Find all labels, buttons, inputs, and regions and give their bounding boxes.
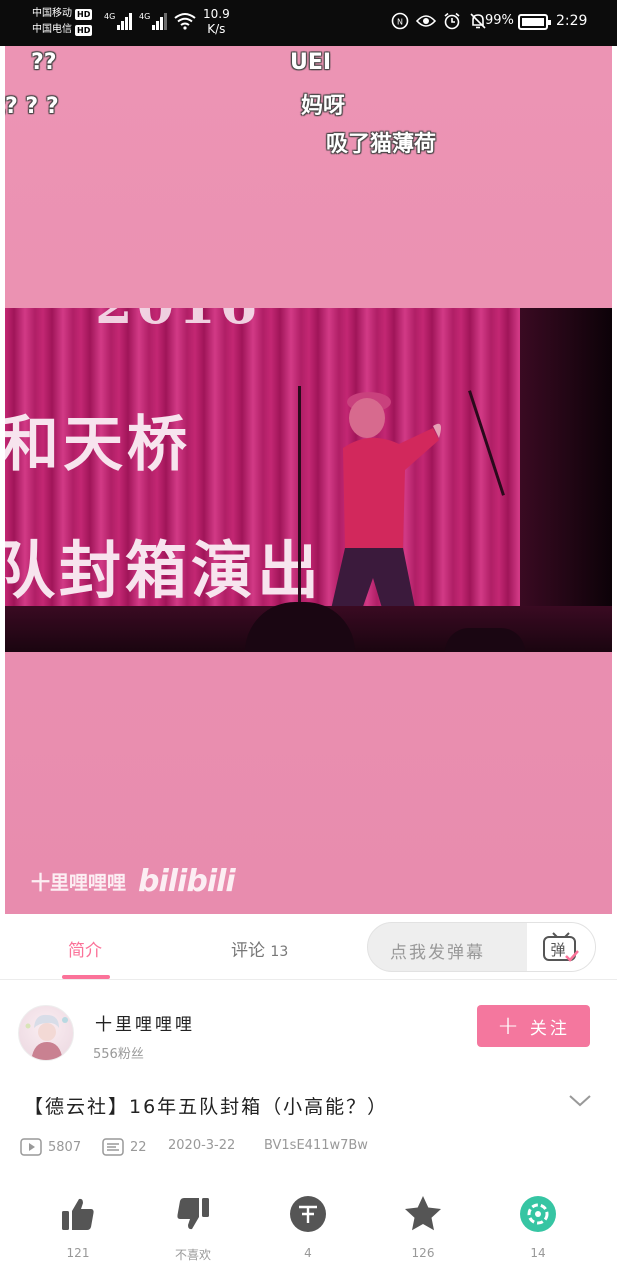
stage-banner-text: 2016 bbox=[95, 308, 261, 336]
favorite-button[interactable]: 126 bbox=[383, 1192, 463, 1260]
dislike-label: 不喜欢 bbox=[174, 1248, 211, 1262]
alarm-icon bbox=[442, 11, 462, 31]
danmaku-comment: UEI bbox=[290, 50, 332, 75]
mic-stand bbox=[298, 386, 301, 610]
carrier-2: 中国电信 bbox=[32, 24, 72, 35]
publish-date: 2020-3-22 bbox=[168, 1138, 236, 1153]
like-button[interactable]: 121 bbox=[38, 1192, 118, 1260]
stage-banner-text: 队封箱演出 bbox=[5, 534, 324, 607]
video-player[interactable]: 2016 和天桥 队封箱演出 ?? UEI 哦? ? ? 妈呀 吸了猫薄荷 十里… bbox=[5, 46, 612, 914]
bilibili-logo: bilibili bbox=[138, 864, 236, 899]
like-count: 121 bbox=[66, 1246, 90, 1260]
signal-icon: 4G bbox=[104, 12, 133, 30]
hd-badge: HD bbox=[75, 8, 93, 20]
nfc-icon: N bbox=[390, 11, 410, 31]
video-watermark: 十里哩哩哩 bilibili bbox=[31, 864, 236, 899]
danmaku-comment: 吸了猫薄荷 bbox=[326, 132, 437, 157]
bvid: BV1sE411w7Bw bbox=[264, 1138, 368, 1153]
clock: 2:29 bbox=[556, 13, 588, 29]
tab-intro[interactable]: 简介 bbox=[68, 936, 102, 961]
danmaku-tv-icon: 弹 bbox=[543, 932, 579, 962]
plus-icon: + bbox=[497, 1011, 522, 1041]
video-frame: 2016 和天桥 队封箱演出 bbox=[5, 308, 612, 652]
danmaku-input[interactable]: 点我发弹幕 弹 bbox=[367, 922, 596, 972]
thumbs-down-icon bbox=[177, 1198, 209, 1230]
danmaku-comment: ?? bbox=[31, 50, 57, 75]
danmaku-input-placeholder: 点我发弹幕 bbox=[390, 943, 485, 963]
thumbs-up-icon bbox=[62, 1198, 94, 1230]
hd-badge: HD bbox=[75, 24, 93, 36]
danmaku-count-value: 22 bbox=[130, 1139, 147, 1155]
carrier-1: 中国移动 bbox=[32, 8, 72, 19]
stage-shadow bbox=[520, 308, 612, 652]
video-title: 【德云社】16年五队封箱（小高能？） bbox=[24, 1096, 389, 1118]
battery-icon bbox=[518, 14, 551, 30]
battery-percent: 99% bbox=[485, 13, 514, 28]
play-count-icon bbox=[20, 1138, 42, 1156]
tab-comments[interactable]: 评论 13 bbox=[231, 936, 288, 961]
wifi-icon bbox=[174, 13, 196, 30]
chevron-down-icon[interactable] bbox=[568, 1094, 592, 1108]
uploader-avatar[interactable] bbox=[18, 1005, 74, 1061]
tab-comments-label: 评论 bbox=[231, 941, 265, 961]
view-count-value: 5807 bbox=[48, 1139, 82, 1155]
svg-text:弹: 弹 bbox=[550, 941, 565, 959]
share-count: 14 bbox=[530, 1246, 546, 1260]
coin-count: 4 bbox=[304, 1246, 312, 1260]
avatar-image bbox=[25, 1014, 68, 1060]
uploader-name[interactable]: 十里哩哩哩 bbox=[95, 1010, 195, 1035]
dislike-button[interactable]: 不喜欢 bbox=[153, 1192, 233, 1263]
danmaku-toggle-button[interactable]: 弹 bbox=[527, 923, 595, 971]
coin-button[interactable]: 4 bbox=[268, 1192, 348, 1260]
audience-head bbox=[445, 628, 525, 652]
performer-figure bbox=[329, 392, 441, 618]
stage-banner-text: 和天桥 bbox=[5, 410, 191, 480]
eye-icon bbox=[416, 11, 436, 31]
status-bar: 中国移动 HD 中国电信 HD 4G 4G 10.9 K/s N 99% 2:29 bbox=[0, 0, 617, 46]
danmaku-count: 22 bbox=[102, 1138, 147, 1156]
comment-count: 13 bbox=[270, 944, 289, 960]
signal-icon: 4G bbox=[139, 12, 168, 30]
tab-indicator bbox=[62, 975, 110, 979]
favorite-count: 126 bbox=[411, 1246, 435, 1260]
danmaku-count-icon bbox=[102, 1138, 124, 1156]
danmaku-comment: 妈呀 bbox=[301, 94, 346, 119]
network-speed: 10.9 K/s bbox=[203, 7, 230, 36]
svg-text:N: N bbox=[397, 18, 403, 27]
share-button[interactable]: 14 bbox=[498, 1192, 578, 1260]
fan-count: 556粉丝 bbox=[93, 1047, 144, 1062]
danmaku-comment: 哦? ? ? bbox=[5, 94, 59, 119]
mic-stand bbox=[468, 390, 505, 496]
watermark-user: 十里哩哩哩 bbox=[31, 872, 127, 894]
share-moments-icon bbox=[520, 1196, 556, 1232]
coin-icon bbox=[290, 1196, 326, 1232]
view-count: 5807 bbox=[20, 1138, 81, 1156]
star-icon bbox=[405, 1196, 441, 1231]
carrier-info: 中国移动 HD 中国电信 HD bbox=[32, 6, 93, 38]
follow-button-label: 关注 bbox=[529, 1018, 570, 1039]
follow-button[interactable]: + 关注 bbox=[477, 1005, 590, 1047]
